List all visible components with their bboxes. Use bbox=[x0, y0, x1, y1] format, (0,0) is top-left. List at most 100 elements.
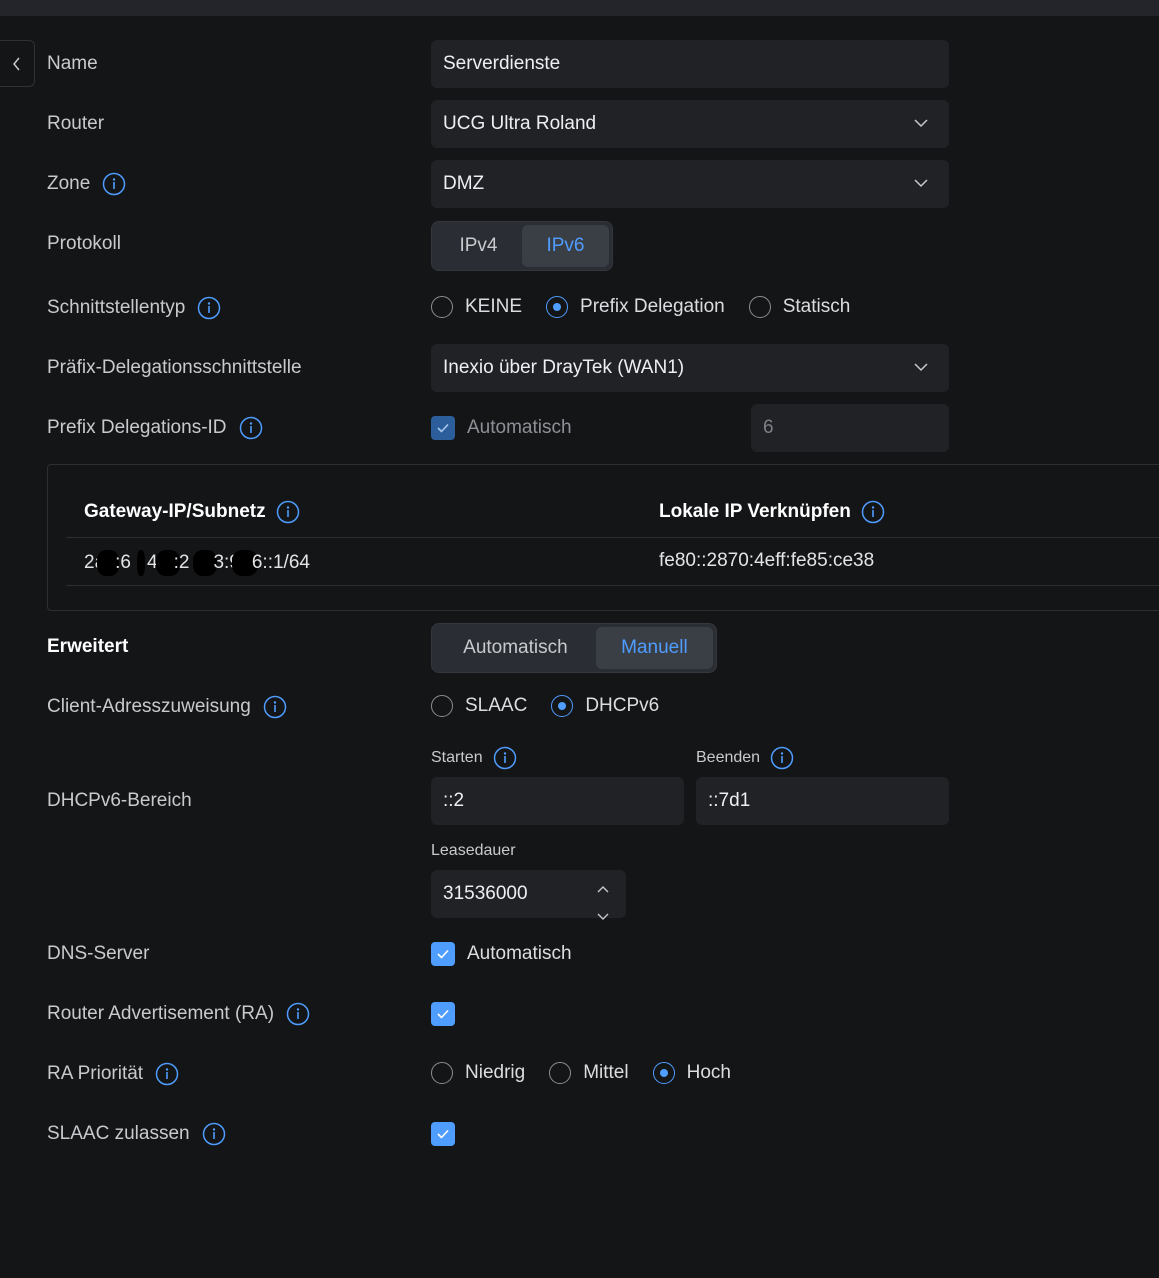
info-icon[interactable] bbox=[197, 296, 221, 320]
ra-priority-medium[interactable]: Mittel bbox=[549, 1062, 629, 1084]
info-icon[interactable] bbox=[263, 695, 287, 719]
top-bar bbox=[0, 0, 1159, 16]
ra-priority-label: RA Priorität bbox=[47, 1062, 179, 1086]
ra-checkbox[interactable] bbox=[431, 1002, 455, 1026]
zone-select-value: DMZ bbox=[443, 173, 485, 194]
pd-interface-select-value: Inexio über DrayTek (WAN1) bbox=[443, 357, 685, 378]
checkbox-checked[interactable] bbox=[431, 416, 455, 440]
name-label-text: Name bbox=[47, 53, 98, 74]
stepper-down-icon[interactable] bbox=[596, 906, 610, 928]
dns-label-text: DNS-Server bbox=[47, 943, 150, 964]
interface-type-label-text: Schnittstellentyp bbox=[47, 297, 186, 318]
interface-type-static[interactable]: Statisch bbox=[748, 296, 850, 318]
radio-circle bbox=[549, 1062, 572, 1084]
protocol-label-text: Protokoll bbox=[47, 233, 121, 254]
radio-circle bbox=[748, 296, 771, 318]
protocol-option-ipv6[interactable]: IPv6 bbox=[522, 225, 609, 267]
protocol-label: Protokoll bbox=[47, 232, 121, 256]
advanced-label: Erweitert bbox=[47, 635, 128, 659]
router-label: Router bbox=[47, 112, 104, 136]
slaac-allow-label-text: SLAAC zulassen bbox=[47, 1123, 190, 1144]
slaac-allow-checkbox[interactable] bbox=[431, 1122, 455, 1146]
check-icon bbox=[437, 949, 449, 959]
slaac-allow-label: SLAAC zulassen bbox=[47, 1122, 226, 1146]
lease-duration-value: 31536000 bbox=[443, 883, 528, 904]
gateway-part: :2 bbox=[173, 552, 190, 574]
info-icon[interactable] bbox=[202, 1122, 226, 1146]
router-select[interactable]: UCG Ultra Roland bbox=[431, 100, 949, 148]
chevron-down-icon bbox=[914, 119, 928, 128]
range-start-input[interactable]: ::2 bbox=[431, 777, 684, 825]
lease-duration-input[interactable]: 31536000 bbox=[431, 870, 626, 920]
interface-type-prefix-delegation[interactable]: Prefix Delegation bbox=[546, 296, 725, 318]
info-icon[interactable] bbox=[286, 1002, 310, 1026]
pd-id-input[interactable]: 6 bbox=[751, 404, 949, 452]
info-icon[interactable] bbox=[770, 746, 794, 770]
client-assign-slaac[interactable]: SLAAC bbox=[431, 695, 527, 717]
pd-id-label-text: Prefix Delegations-ID bbox=[47, 417, 227, 438]
info-icon[interactable] bbox=[239, 416, 263, 440]
checkbox-checked[interactable] bbox=[431, 1002, 455, 1026]
pd-id-input-value: 6 bbox=[763, 417, 774, 438]
radio-label: SLAAC bbox=[465, 695, 528, 716]
ra-priority-high[interactable]: Hoch bbox=[652, 1062, 731, 1084]
table-header-gateway: Gateway-IP/Subnetz bbox=[84, 500, 300, 524]
ra-priority-low[interactable]: Niedrig bbox=[431, 1062, 525, 1084]
zone-select[interactable]: DMZ bbox=[431, 160, 949, 208]
table-header-gateway-text: Gateway-IP/Subnetz bbox=[84, 501, 266, 522]
name-input-value: Serverdienste bbox=[443, 53, 561, 74]
ra-priority-label-text: RA Priorität bbox=[47, 1063, 144, 1084]
client-assign-label: Client-Adresszuweisung bbox=[47, 695, 287, 719]
info-icon[interactable] bbox=[493, 746, 517, 770]
gateway-table: Gateway-IP/Subnetz Lokale IP Verknüpfen … bbox=[47, 464, 1159, 611]
back-arrow-icon bbox=[13, 57, 20, 70]
start-label-text: Starten bbox=[431, 749, 483, 766]
gateway-part: 6::1/64 bbox=[251, 552, 310, 574]
pd-interface-select[interactable]: Inexio über DrayTek (WAN1) bbox=[431, 344, 949, 392]
table-cell-gateway: 2a:6 4:2 3:9 6::1/64 bbox=[84, 550, 310, 576]
radio-circle bbox=[431, 1062, 453, 1084]
protocol-option-ipv4[interactable]: IPv4 bbox=[435, 225, 522, 267]
back-button[interactable] bbox=[0, 40, 35, 87]
lease-label-text: Leasedauer bbox=[431, 842, 516, 859]
name-input[interactable]: Serverdienste bbox=[431, 40, 949, 88]
radio-label: Prefix Delegation bbox=[580, 296, 725, 317]
radio-circle bbox=[431, 296, 453, 318]
interface-type-none[interactable]: KEINE bbox=[431, 296, 522, 318]
pd-id-auto-checkbox[interactable]: Automatisch bbox=[431, 416, 572, 440]
dns-label: DNS-Server bbox=[47, 942, 149, 966]
client-assign-radio-group: SLAAC DHCPv6 bbox=[431, 695, 683, 717]
client-assign-label-text: Client-Adresszuweisung bbox=[47, 696, 251, 717]
info-icon[interactable] bbox=[155, 1062, 179, 1086]
end-label-text: Beenden bbox=[696, 749, 761, 766]
info-icon[interactable] bbox=[276, 500, 300, 524]
name-label: Name bbox=[47, 52, 98, 76]
advanced-mode-auto[interactable]: Automatisch bbox=[435, 627, 596, 669]
advanced-mode-manual[interactable]: Manuell bbox=[595, 627, 713, 669]
dns-auto-checkbox[interactable]: Automatisch bbox=[431, 942, 572, 966]
range-end-value: ::7d1 bbox=[708, 790, 751, 811]
start-label: Starten bbox=[431, 746, 517, 770]
radio-circle bbox=[431, 695, 453, 717]
lease-label: Leasedauer bbox=[431, 842, 516, 860]
checkbox-checked[interactable] bbox=[431, 942, 455, 966]
info-icon[interactable] bbox=[102, 172, 126, 196]
pd-interface-label: Präfix-Delegationsschnittstelle bbox=[47, 356, 302, 380]
ra-priority-radio-group: Niedrig Mittel Hoch bbox=[431, 1062, 755, 1084]
table-header-link-local-text: Lokale IP Verknüpfen bbox=[659, 501, 851, 522]
client-assign-dhcpv6[interactable]: DHCPv6 bbox=[551, 695, 659, 717]
interface-type-radio-group: KEINE Prefix Delegation Statisch bbox=[431, 296, 874, 318]
checkbox-checked[interactable] bbox=[431, 1122, 455, 1146]
checkbox-label: Automatisch bbox=[467, 417, 572, 438]
redaction-mark bbox=[137, 550, 145, 576]
ra-label-text: Router Advertisement (RA) bbox=[47, 1003, 275, 1024]
advanced-mode-toggle: Automatisch Manuell bbox=[431, 623, 717, 673]
range-end-input[interactable]: ::7d1 bbox=[696, 777, 949, 825]
info-icon[interactable] bbox=[861, 500, 885, 524]
check-icon bbox=[437, 1009, 449, 1019]
radio-circle-selected bbox=[551, 695, 574, 717]
radio-circle-selected bbox=[546, 296, 569, 318]
radio-label: KEINE bbox=[465, 296, 523, 317]
dhcp-range-label: DHCPv6-Bereich bbox=[47, 789, 192, 813]
stepper-up-icon[interactable] bbox=[596, 878, 610, 900]
